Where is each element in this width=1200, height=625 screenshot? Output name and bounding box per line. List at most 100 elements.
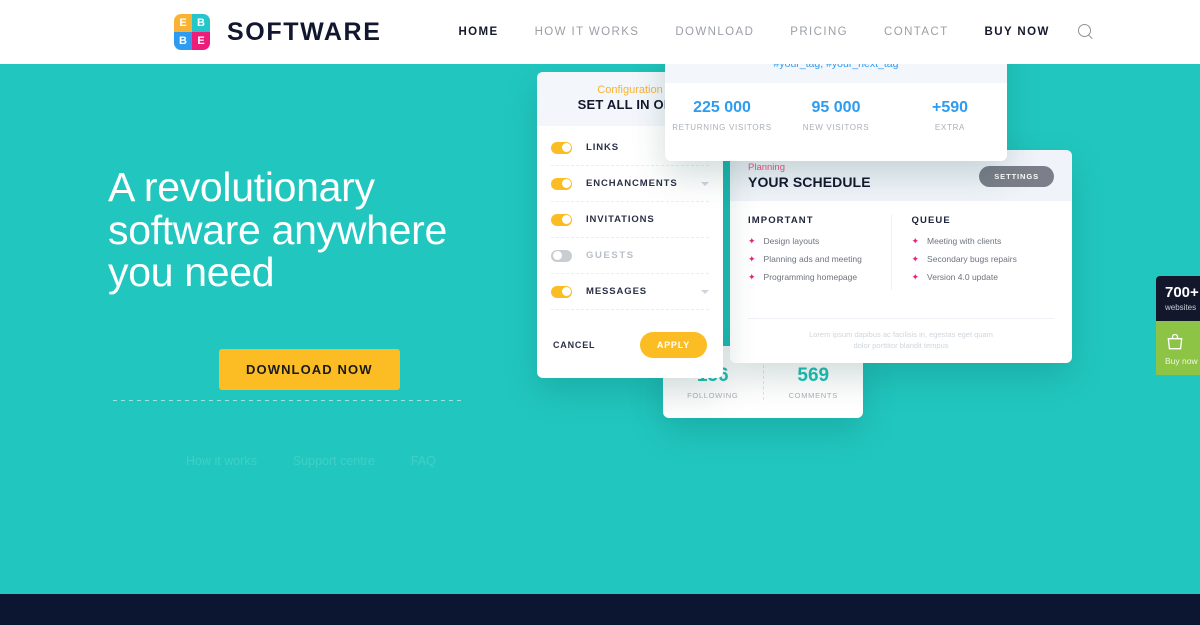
tag-stat-new-visitors: 95 000 NEW VISITORS xyxy=(779,99,893,132)
config-row-invitations[interactable]: INVITATIONS xyxy=(551,202,709,238)
config-row-guests[interactable]: GUESTS xyxy=(551,238,709,274)
logo-cell-1: E xyxy=(174,14,192,32)
logo-cell-4: E xyxy=(192,32,210,50)
buy-now-label: Buy now xyxy=(1165,356,1198,366)
footer-band xyxy=(0,594,1200,625)
schedule-body: IMPORTANT ✦ Design layouts ✦ Planning ad… xyxy=(730,201,1072,290)
list-item-label: Design layouts xyxy=(763,236,820,246)
nav-item-home[interactable]: HOME xyxy=(458,26,498,38)
stat-comments-value: 569 xyxy=(797,364,830,386)
logo-cell-3: B xyxy=(174,32,192,50)
tag-stat-value: 95 000 xyxy=(811,99,861,116)
list-item[interactable]: ✦ Programming homepage xyxy=(748,272,891,282)
config-row-label: INVITATIONS xyxy=(586,214,655,225)
sublink-faq[interactable]: FAQ xyxy=(411,454,436,468)
list-item[interactable]: ✦ Secondary bugs repairs xyxy=(912,254,1055,264)
download-now-button[interactable]: DOWNLOAD NOW xyxy=(219,349,400,390)
logo-cell-2: B xyxy=(192,14,210,32)
tag-stat-extra: +590 EXTRA xyxy=(893,99,1007,132)
hero-sublinks: How it works Support centre FAQ xyxy=(186,454,436,468)
chevron-down-icon[interactable] xyxy=(701,181,709,186)
list-item-label: Secondary bugs repairs xyxy=(927,254,1017,264)
stat-comments: 569 COMMENTS xyxy=(762,364,864,400)
schedule-column-title: QUEUE xyxy=(911,215,951,226)
schedule-column-important: IMPORTANT ✦ Design layouts ✦ Planning ad… xyxy=(748,215,891,290)
cancel-button[interactable]: CANCEL xyxy=(553,340,595,350)
tag-counters-subtitle: #your_tag, #your_next_tag xyxy=(773,64,899,70)
hero-divider xyxy=(113,400,461,401)
buy-now-badge[interactable]: Buy now xyxy=(1156,321,1200,375)
list-item-label: Programming homepage xyxy=(763,272,858,282)
page-root: E B B E SOFTWARE HOME HOW IT WORKS DOWNL… xyxy=(0,0,1200,625)
hero-section: A revolutionary software anywhere you ne… xyxy=(0,64,1200,594)
apply-button[interactable]: APPLY xyxy=(639,332,707,358)
tag-stat-caption: NEW VISITORS xyxy=(802,123,870,132)
tag-stat-value: 225 000 xyxy=(693,99,751,116)
tag-counters-card: POWERFUL TAG COUNTERS #your_tag, #your_n… xyxy=(665,64,1007,161)
arrow-bullet-icon: ✦ xyxy=(911,271,920,282)
list-item-label: Planning ads and meeting xyxy=(763,254,862,264)
list-item-label: Version 4.0 update xyxy=(927,272,998,282)
page-title: A revolutionary software anywhere you ne… xyxy=(108,166,538,294)
nav-item-pricing[interactable]: PRICING xyxy=(790,26,848,38)
config-row-label: LINKS xyxy=(586,142,619,153)
config-row-messages[interactable]: MESSAGES xyxy=(551,274,709,310)
schedule-card: Planning YOUR SCHEDULE SETTINGS IMPORTAN… xyxy=(730,150,1072,363)
ebbe-logo-icon: E B B E xyxy=(174,14,210,50)
sublink-how-it-works[interactable]: How it works xyxy=(186,454,257,468)
nav-item-buy-now[interactable]: BUY NOW xyxy=(985,26,1050,38)
config-row-label: MESSAGES xyxy=(586,286,648,297)
toggle-enchancments[interactable] xyxy=(551,177,572,190)
tag-counters-stats: 225 000 RETURNING VISITORS 95 000 NEW VI… xyxy=(665,83,1007,132)
schedule-footnote-line-1: Lorem ipsum dapibus ac facilisis in, ege… xyxy=(809,329,993,339)
arrow-bullet-icon: ✦ xyxy=(911,253,920,264)
brand-logo[interactable]: E B B E SOFTWARE xyxy=(174,14,381,50)
hero-title-line-1: A revolutionary xyxy=(108,164,375,210)
toggle-guests[interactable] xyxy=(551,249,572,262)
config-row-enchancments[interactable]: ENCHANCMENTS xyxy=(551,166,709,202)
toggle-invitations[interactable] xyxy=(551,213,572,226)
stat-comments-caption: COMMENTS xyxy=(788,390,838,400)
arrow-bullet-icon: ✦ xyxy=(748,271,756,282)
settings-button[interactable]: SETTINGS xyxy=(979,166,1054,187)
brand-name: SOFTWARE xyxy=(227,17,382,46)
list-item[interactable]: ✦ Version 4.0 update xyxy=(912,272,1055,282)
list-item-label: Meeting with clients xyxy=(927,236,1002,246)
schedule-footnote: Lorem ipsum dapibus ac facilisis in, ege… xyxy=(748,317,1054,352)
hero-title-line-2: software anywhere xyxy=(108,206,448,253)
nav-item-how-it-works[interactable]: HOW IT WORKS xyxy=(535,26,640,38)
schedule-column-title: IMPORTANT xyxy=(748,215,814,226)
arrow-bullet-icon: ✦ xyxy=(748,253,756,264)
toggle-messages[interactable] xyxy=(551,285,572,298)
nav-item-download[interactable]: DOWNLOAD xyxy=(675,26,754,38)
tag-stat-returning-visitors: 225 000 RETURNING VISITORS xyxy=(665,99,779,132)
shopping-bag-icon xyxy=(1167,333,1183,350)
config-row-label: ENCHANCMENTS xyxy=(586,178,678,189)
configuration-card-footer: CANCEL APPLY xyxy=(537,312,723,378)
hero-title-line-3: you need xyxy=(108,249,275,296)
search-icon[interactable] xyxy=(1077,24,1094,40)
websites-count-badge[interactable]: 700+ websites xyxy=(1156,276,1200,321)
tag-stat-caption: RETURNING VISITORS xyxy=(672,123,772,132)
schedule-footnote-line-2: dolor porttitor blandit tempus xyxy=(853,340,949,350)
arrow-bullet-icon: ✦ xyxy=(911,235,920,246)
side-badges: 700+ websites Buy now xyxy=(1156,276,1200,375)
websites-count-value: 700+ xyxy=(1165,284,1199,301)
main-nav: HOME HOW IT WORKS DOWNLOAD PRICING CONTA… xyxy=(458,24,1093,40)
hero-copy: A revolutionary software anywhere you ne… xyxy=(108,166,538,294)
chevron-down-icon[interactable] xyxy=(701,289,709,294)
list-item[interactable]: ✦ Planning ads and meeting xyxy=(748,254,891,264)
tag-stat-value: +590 xyxy=(931,99,969,116)
toggle-links[interactable] xyxy=(551,141,572,154)
sublink-support-centre[interactable]: Support centre xyxy=(293,454,375,468)
stat-following-caption: FOLLOWING xyxy=(687,390,739,400)
list-item[interactable]: ✦ Design layouts xyxy=(748,236,891,246)
tag-counters-header: POWERFUL TAG COUNTERS #your_tag, #your_n… xyxy=(665,64,1007,83)
site-header: E B B E SOFTWARE HOME HOW IT WORKS DOWNL… xyxy=(0,0,1200,64)
arrow-bullet-icon: ✦ xyxy=(748,235,756,246)
schedule-column-queue: QUEUE ✦ Meeting with clients ✦ Secondary… xyxy=(890,215,1055,290)
nav-item-contact[interactable]: CONTACT xyxy=(884,26,949,38)
tag-stat-caption: EXTRA xyxy=(934,123,966,132)
list-item[interactable]: ✦ Meeting with clients xyxy=(912,236,1055,246)
config-row-label: GUESTS xyxy=(586,250,635,261)
